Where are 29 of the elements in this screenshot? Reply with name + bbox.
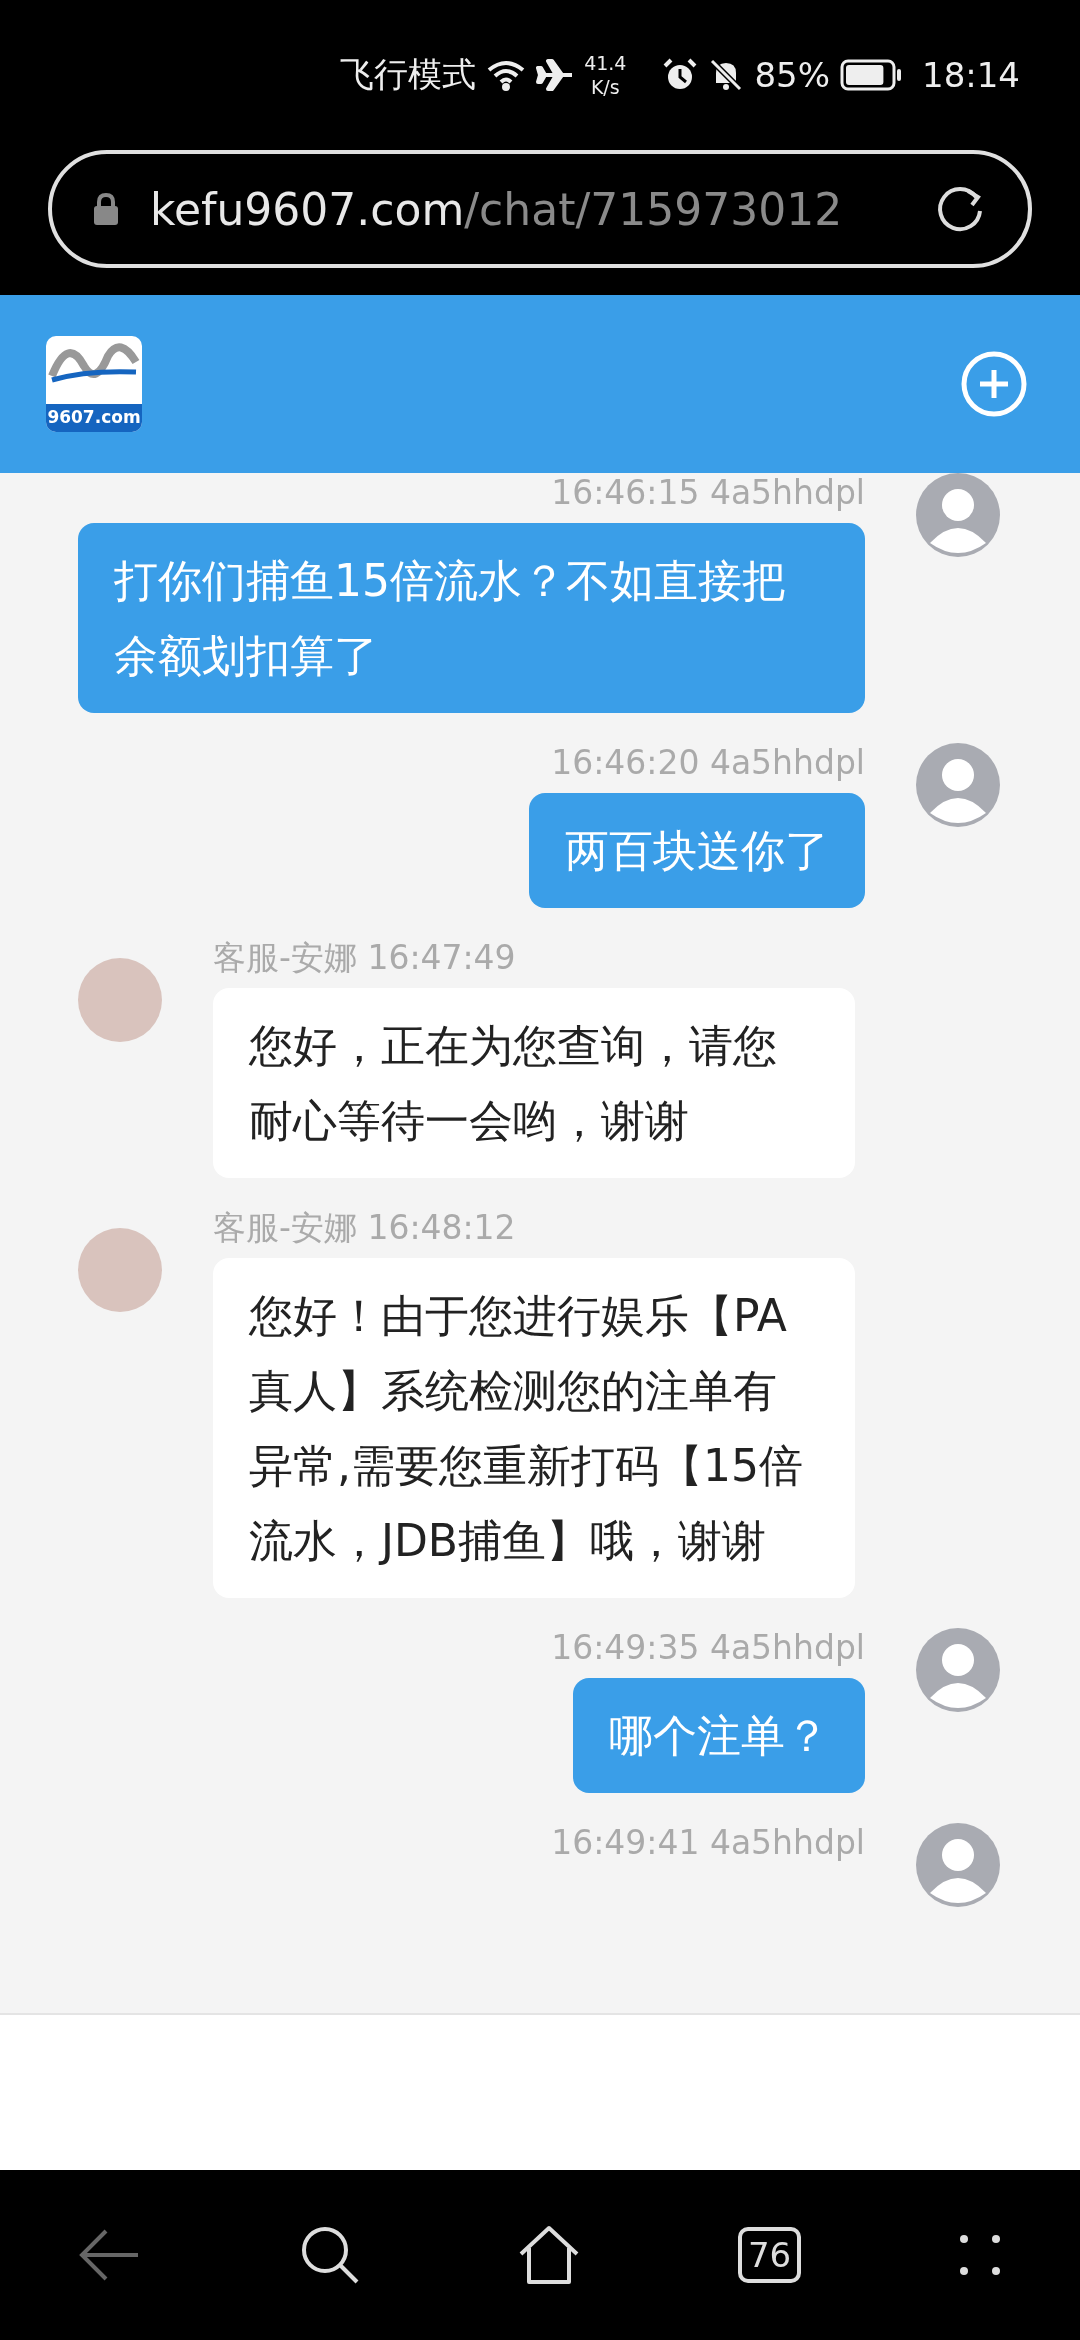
user-avatar-icon [916, 743, 1000, 827]
received-message: 您好，正在为您查询，请您耐心等待一会哟，谢谢 [213, 988, 855, 1178]
received-message: 您好！由于您进行娱乐【PA真人】系统检测您的注单有异常,需要您重新打码【15倍流水，JDB捕鱼】哦，谢谢 [213, 1258, 855, 1598]
input-area[interactable] [0, 2013, 1080, 2170]
user-avatar-icon [916, 1823, 1000, 1907]
add-icon[interactable] [960, 350, 1028, 418]
wifi-icon [486, 58, 527, 92]
message-meta: 16:49:41 4a5hhdpl [551, 1823, 865, 1863]
sent-message: 打你们捕鱼15倍流水？不如直接把余额划扣算了 [78, 523, 865, 713]
lock-icon [92, 192, 120, 226]
more-icon[interactable] [957, 2233, 1002, 2277]
sent-message: 两百块送你了 [529, 793, 865, 908]
airplane-icon [536, 58, 575, 92]
url-text: kefu9607.com/chat/715973012 [150, 183, 844, 235]
message-meta: 客服-安娜 16:48:12 [213, 1208, 517, 1248]
address-bar[interactable]: kefu9607.com/chat/715973012 [48, 150, 1032, 268]
network-speed: 41.4 K/s [584, 51, 627, 99]
message-meta: 16:46:20 4a5hhdpl [551, 743, 865, 783]
site-logo[interactable]: 9607.com [46, 336, 142, 432]
tabs-button[interactable]: 76 [737, 2227, 802, 2283]
clock-time: 18:14 [922, 55, 1020, 95]
battery-icon [840, 59, 902, 91]
message-meta: 16:46:15 4a5hhdpl [551, 473, 865, 513]
battery-percent: 85% [754, 55, 830, 95]
message-meta: 客服-安娜 16:47:49 [213, 938, 517, 978]
airplane-mode-label: 飞行模式 [340, 53, 477, 96]
message-meta: 16:49:35 4a5hhdpl [551, 1628, 865, 1668]
user-avatar-icon [916, 1628, 1000, 1712]
sent-message: 哪个注单？ [573, 1678, 865, 1793]
